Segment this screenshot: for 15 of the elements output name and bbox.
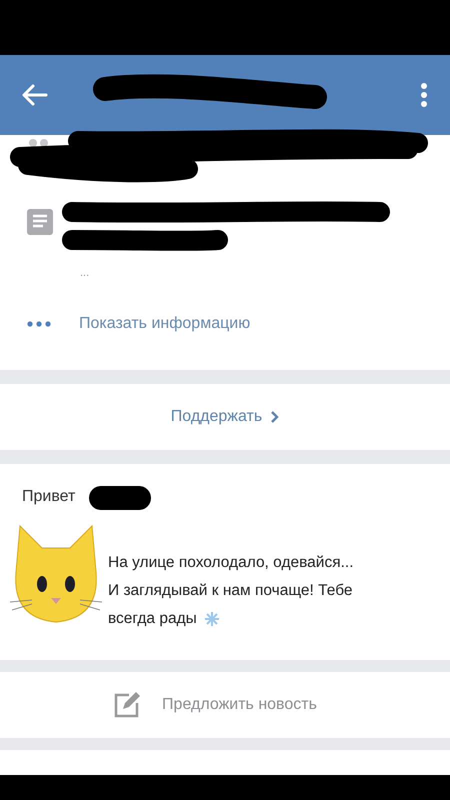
support-button[interactable]: Поддержать	[170, 408, 280, 426]
more-options-icon[interactable]	[420, 82, 428, 108]
document-icon	[27, 209, 53, 235]
ellipsis-text: ...	[80, 267, 90, 279]
post-text: всегда рады	[108, 609, 197, 629]
post-text: И заглядывай к нам почаще! Тебе	[108, 581, 353, 601]
post-text: На улице похолодало, одевайся...	[108, 553, 354, 573]
suggest-news-button[interactable]: Предложить новость	[113, 692, 317, 718]
show-info-link[interactable]: Показать информацию	[79, 315, 250, 333]
dots-icon	[27, 321, 51, 327]
back-arrow-icon[interactable]	[22, 84, 48, 106]
snowflake-icon	[204, 612, 219, 626]
greeting-text: Привет	[22, 488, 76, 506]
chevron-right-icon	[270, 410, 280, 424]
edit-icon	[113, 692, 140, 718]
